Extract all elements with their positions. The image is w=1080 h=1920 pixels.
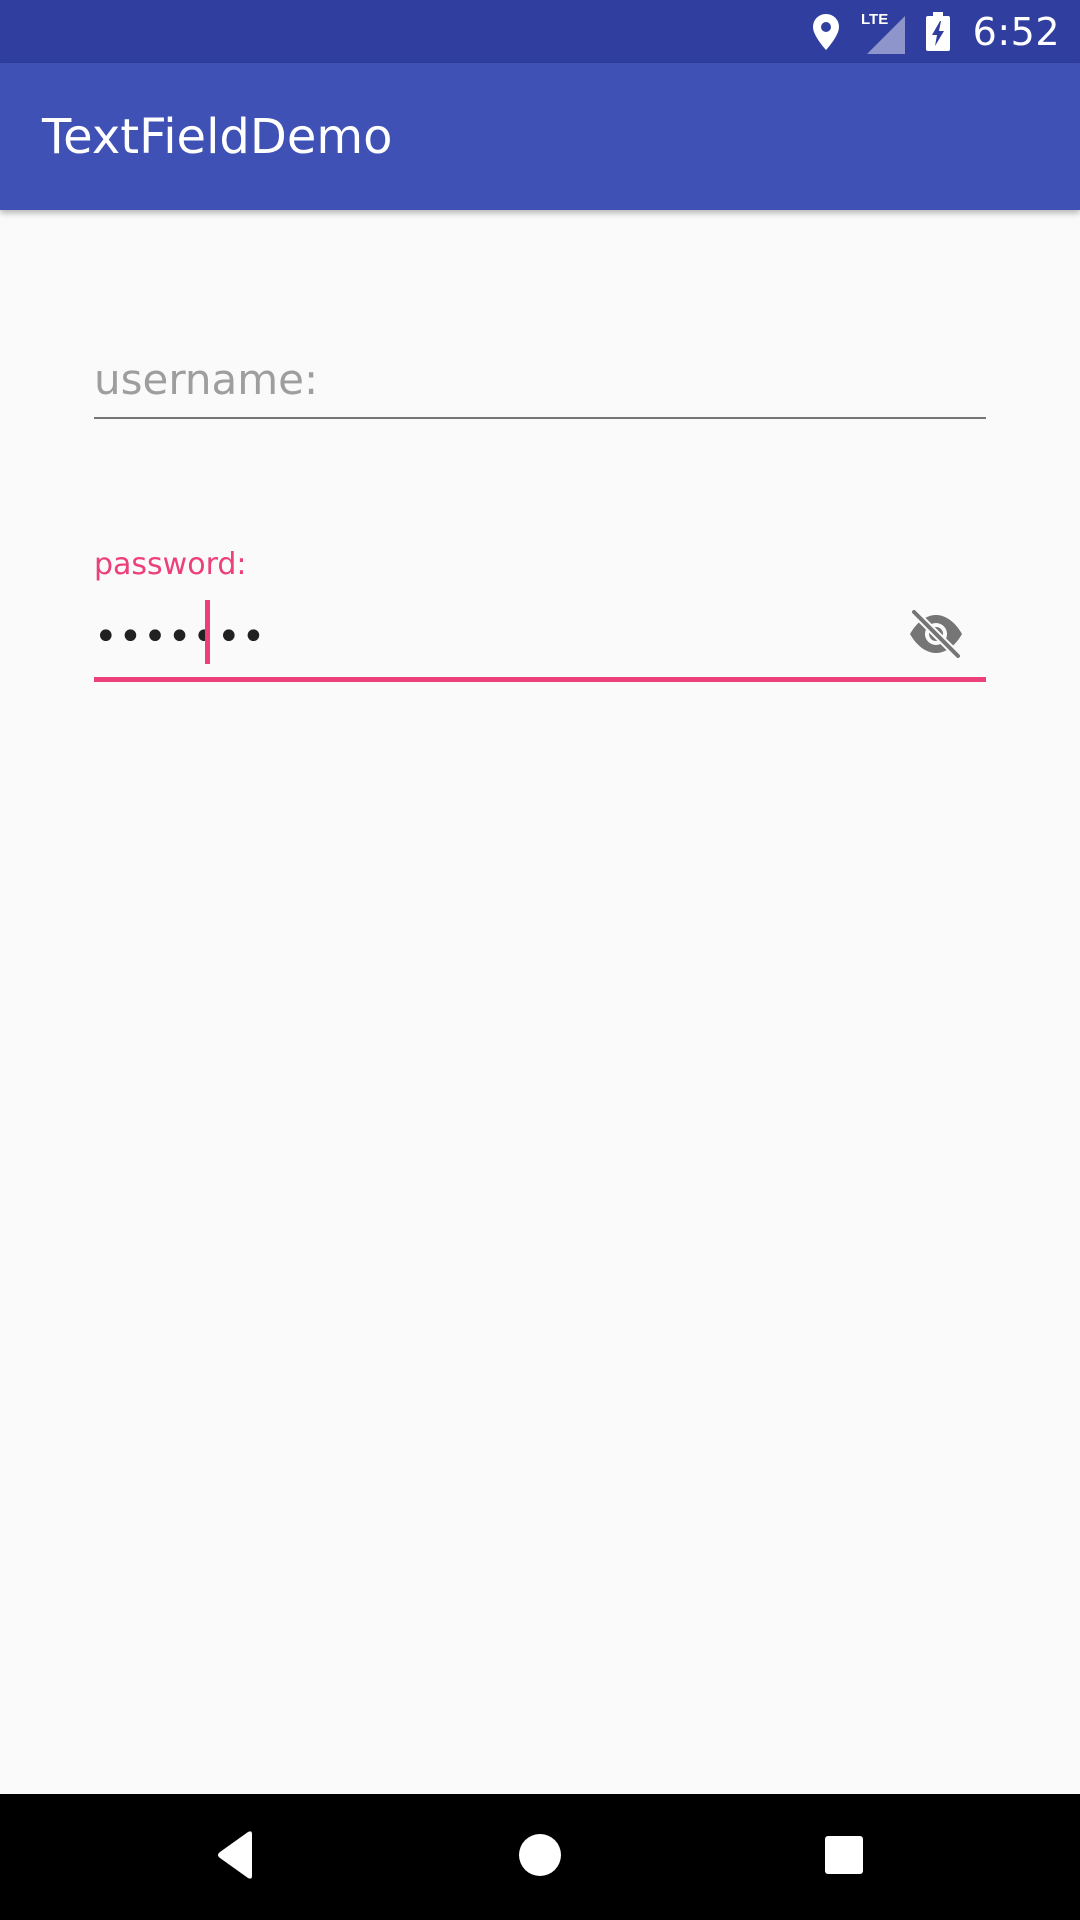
password-underline bbox=[94, 677, 986, 682]
main-content: username: password: ••••••• bbox=[0, 210, 1080, 1794]
battery-charging-icon bbox=[925, 11, 951, 52]
app-bar: TextFieldDemo bbox=[0, 63, 1080, 210]
visibility-off-icon bbox=[906, 608, 966, 663]
password-label: password: bbox=[94, 547, 247, 582]
nav-back-button[interactable] bbox=[200, 1821, 272, 1893]
username-underline bbox=[94, 417, 986, 419]
username-placeholder: username: bbox=[94, 355, 319, 404]
status-clock: 6:52 bbox=[972, 9, 1060, 54]
location-icon bbox=[811, 12, 841, 52]
password-value: ••••••• bbox=[94, 614, 267, 660]
nav-recents-button[interactable] bbox=[808, 1821, 880, 1893]
app-title: TextFieldDemo bbox=[42, 109, 393, 165]
text-cursor bbox=[205, 600, 210, 664]
status-icons: LTE 6:52 bbox=[811, 0, 1060, 63]
back-icon bbox=[214, 1830, 258, 1884]
password-visibility-toggle[interactable] bbox=[906, 606, 966, 666]
recents-icon bbox=[824, 1835, 864, 1879]
navigation-bar bbox=[0, 1794, 1080, 1920]
lte-signal-icon: LTE bbox=[861, 10, 905, 54]
password-field[interactable]: ••••••• bbox=[94, 600, 986, 675]
home-icon bbox=[517, 1832, 563, 1882]
lte-label: LTE bbox=[861, 11, 888, 28]
nav-home-button[interactable] bbox=[504, 1821, 576, 1893]
status-bar: LTE 6:52 bbox=[0, 0, 1080, 63]
